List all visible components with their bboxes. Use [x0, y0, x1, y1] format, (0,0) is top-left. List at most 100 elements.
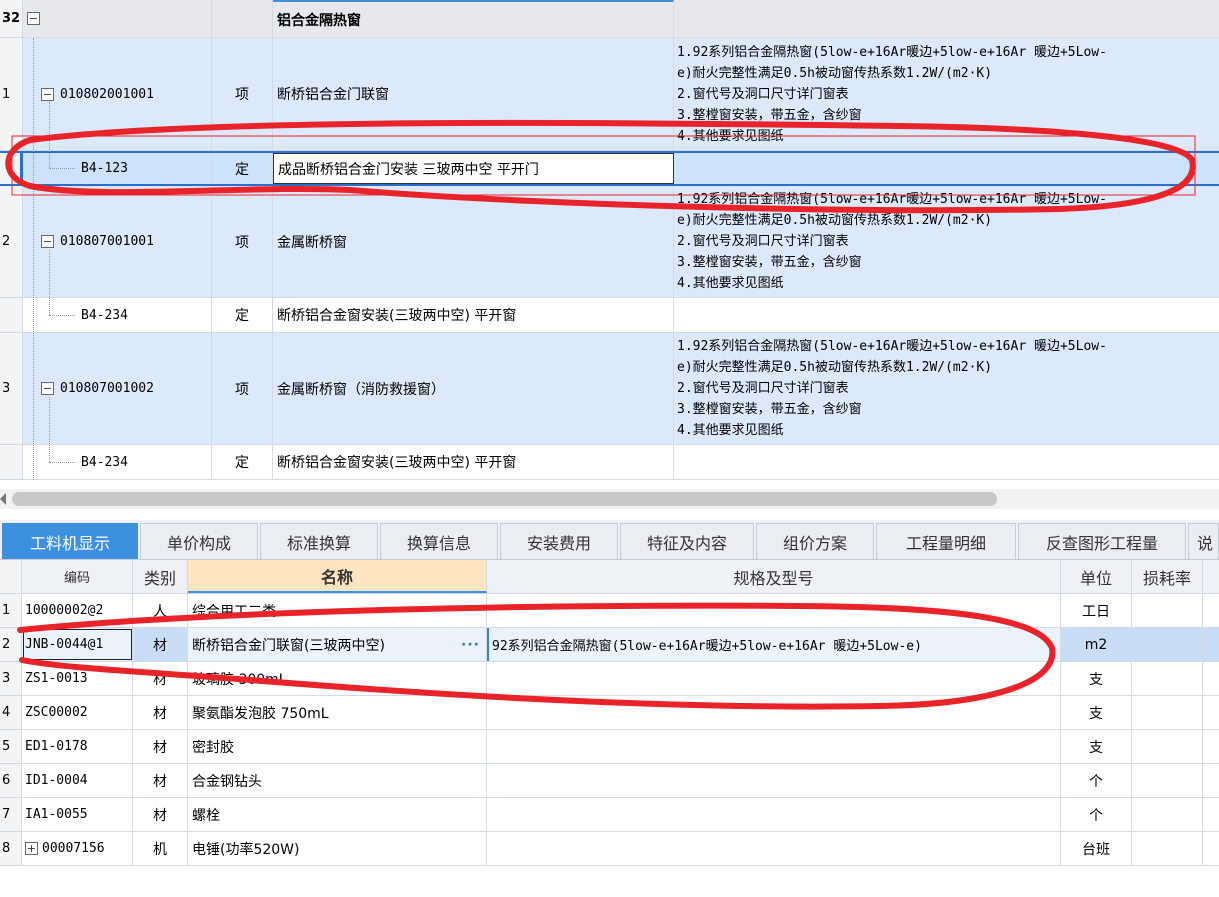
quota-type: 定: [212, 153, 273, 184]
row-number: 4: [0, 696, 22, 729]
quota-feature: [674, 153, 1219, 184]
quota-name: 断桥铝合金窗安装(三玻两中空) 平开窗: [273, 298, 674, 332]
header-spec[interactable]: 规格及型号: [487, 560, 1061, 593]
detail-tab-bar: 工料机显示 单价构成 标准换算 换算信息 安装费用 特征及内容 组价方案 工程量…: [0, 520, 1219, 560]
item-feature: 1.92系列铝合金隔热窗(5low-e+16Ar暖边+5low-e+16Ar 暖…: [677, 339, 1107, 438]
item-code: 010807001001: [60, 234, 154, 249]
tab-more[interactable]: 说: [1188, 523, 1219, 559]
resource-spec: [487, 730, 1061, 763]
tab-quantity-detail[interactable]: 工程量明细: [876, 523, 1016, 559]
resource-type: 材: [133, 628, 188, 661]
resource-name: 合金钢钻头: [188, 764, 487, 797]
tab-conversion-info[interactable]: 换算信息: [380, 523, 498, 559]
resource-name: 玻璃胶 300mL: [188, 662, 487, 695]
collapse-toggle-icon[interactable]: −: [41, 382, 54, 395]
row-number: 1: [0, 38, 23, 150]
resource-type: 材: [133, 730, 188, 763]
quota-type: 定: [212, 298, 273, 332]
resource-unit: 个: [1061, 764, 1132, 797]
header-loss-rate[interactable]: 损耗率: [1132, 560, 1203, 593]
table-row[interactable]: 1 10000002@2 人 综合用工二类 工日: [0, 594, 1219, 628]
row-number: 3: [0, 662, 22, 695]
row-number: 32: [0, 0, 23, 37]
resource-loss: [1132, 764, 1203, 797]
tab-installation-cost[interactable]: 安装费用: [500, 523, 618, 559]
expand-toggle-icon[interactable]: +: [25, 842, 38, 855]
header-name[interactable]: 名称: [188, 560, 487, 593]
resource-spec: [487, 764, 1061, 797]
tab-features[interactable]: 特征及内容: [620, 523, 754, 559]
item-feature: 1.92系列铝合金隔热窗(5low-e+16Ar暖边+5low-e+16Ar 暖…: [677, 192, 1107, 291]
quota-feature: [674, 445, 1219, 479]
quota-code: B4-123: [81, 161, 128, 176]
row-number: 5: [0, 730, 22, 763]
resource-name: 聚氨酯发泡胶 750mL: [188, 696, 487, 729]
resource-spec[interactable]: 92系列铝合金隔热窗(5low-e+16Ar暖边+5low-e+16Ar 暖边+…: [487, 628, 1061, 661]
quota-code: B4-234: [81, 454, 128, 470]
row-number: [0, 445, 23, 479]
resource-name-cell[interactable]: 断桥铝合金门联窗(三玻两中空) ···: [188, 628, 487, 661]
quota-row[interactable]: B4-234 定 断桥铝合金窗安装(三玻两中空) 平开窗: [0, 445, 1219, 480]
quota-type: 定: [212, 445, 273, 479]
scroll-left-arrow-icon[interactable]: [0, 493, 6, 505]
tab-unit-price[interactable]: 单价构成: [140, 523, 258, 559]
group-row[interactable]: 32 − 铝合金隔热窗: [0, 0, 1219, 38]
resource-name: 断桥铝合金门联窗(三玻两中空): [192, 637, 385, 654]
item-row[interactable]: 2 − 010807001001 项 金属断桥窗 1.92系列铝合金隔热窗(5l…: [0, 186, 1219, 298]
collapse-toggle-icon[interactable]: −: [41, 235, 54, 248]
bill-of-quantities-grid: 32 − 铝合金隔热窗 1 − 010802001001 项 断桥铝合金门联窗 …: [0, 0, 1219, 480]
header-code[interactable]: 编码: [22, 560, 133, 593]
resource-code: IA1-0055: [22, 798, 133, 831]
table-row[interactable]: 3 ZS1-0013 材 玻璃胶 300mL 支: [0, 662, 1219, 696]
resource-type: 材: [133, 696, 188, 729]
resource-unit: 个: [1061, 798, 1132, 831]
resource-unit: m2: [1061, 628, 1132, 661]
tab-reverse-lookup[interactable]: 反查图形工程量: [1018, 523, 1186, 559]
table-row[interactable]: 8 + 00007156 机 电锤(功率520W) 台班: [0, 832, 1219, 866]
quota-row[interactable]: B4-234 定 断桥铝合金窗安装(三玻两中空) 平开窗: [0, 298, 1219, 333]
collapse-toggle-icon[interactable]: −: [41, 87, 54, 101]
resource-name: 密封胶: [188, 730, 487, 763]
table-row[interactable]: 6 ID1-0004 材 合金钢钻头 个: [0, 764, 1219, 798]
table-row[interactable]: 5 ED1-0178 材 密封胶 支: [0, 730, 1219, 764]
tree-line: [33, 38, 34, 480]
item-row[interactable]: 3 − 010807001002 项 金属断桥窗（消防救援窗） 1.92系列铝合…: [0, 333, 1219, 445]
header-type[interactable]: 类别: [133, 560, 188, 593]
tab-standard-conversion[interactable]: 标准换算: [260, 523, 378, 559]
collapse-toggle-icon[interactable]: −: [27, 12, 40, 25]
resource-type: 材: [133, 662, 188, 695]
item-type: 项: [212, 186, 273, 297]
grid-header: 编码 类别 名称 规格及型号 单位 损耗率: [0, 560, 1219, 594]
item-code: 010802001001: [60, 86, 154, 102]
table-row[interactable]: 7 IA1-0055 材 螺栓 个: [0, 798, 1219, 832]
horizontal-scrollbar[interactable]: [0, 489, 1219, 509]
resource-loss: [1132, 730, 1203, 763]
tab-labor-material-machine[interactable]: 工料机显示: [2, 523, 138, 559]
row-number: [0, 298, 23, 332]
resource-code[interactable]: JNB-0044@1: [22, 628, 133, 661]
tree-line: [49, 250, 50, 315]
more-options-button[interactable]: ···: [461, 637, 480, 653]
scrollbar-thumb[interactable]: [12, 492, 997, 506]
table-row[interactable]: 4 ZSC00002 材 聚氨酯发泡胶 750mL 支: [0, 696, 1219, 730]
resource-unit: 工日: [1061, 594, 1132, 627]
item-code: 010807001002: [60, 381, 154, 396]
tab-pricing-scheme[interactable]: 组价方案: [756, 523, 874, 559]
item-row[interactable]: 1 − 010802001001 项 断桥铝合金门联窗 1.92系列铝合金隔热窗…: [0, 38, 1219, 151]
resource-type: 材: [133, 798, 188, 831]
tree-line: [49, 397, 50, 462]
item-name: 断桥铝合金门联窗: [273, 38, 674, 150]
resource-spec: [487, 662, 1061, 695]
resource-loss: [1132, 662, 1203, 695]
table-row-selected[interactable]: 2 JNB-0044@1 材 断桥铝合金门联窗(三玻两中空) ··· 92系列铝…: [0, 628, 1219, 662]
quota-name-editor[interactable]: 成品断桥铝合金门安装 三玻两中空 平开门: [273, 153, 674, 184]
resource-name: 电锤(功率520W): [188, 832, 487, 865]
tree-line: [49, 315, 75, 316]
resource-loss: [1132, 628, 1203, 661]
quota-feature: [674, 298, 1219, 332]
resource-type: 机: [133, 832, 188, 865]
header-unit[interactable]: 单位: [1061, 560, 1132, 593]
resource-type: 人: [133, 594, 188, 627]
quota-row-selected[interactable]: B4-123 定 成品断桥铝合金门安装 三玻两中空 平开门: [0, 151, 1219, 186]
resource-code: ZS1-0013: [22, 662, 133, 695]
